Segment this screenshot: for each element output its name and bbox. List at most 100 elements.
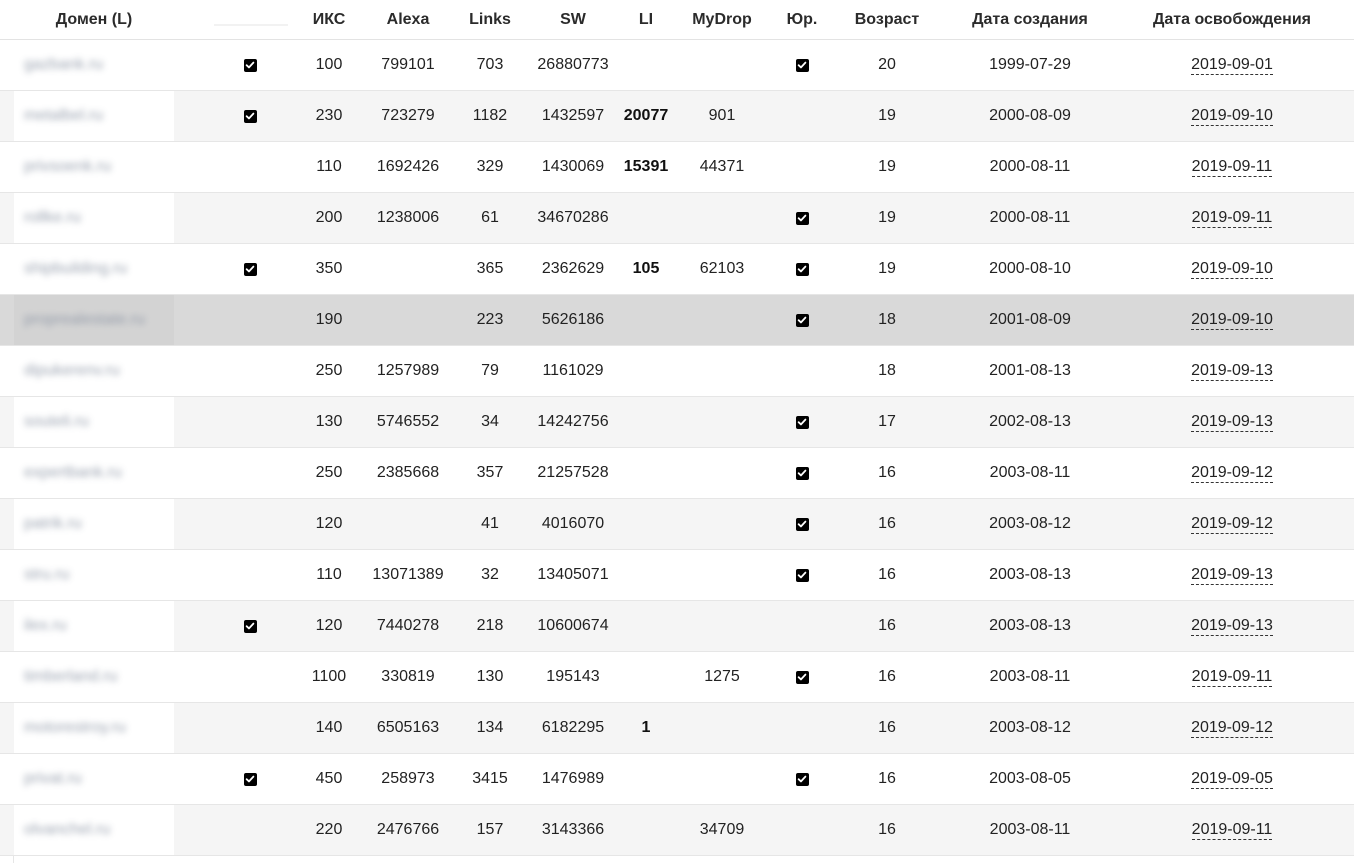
select-cell[interactable] [214,805,286,855]
header-domain[interactable]: Домен (L) [14,0,174,39]
domain-name[interactable]: patrik.ru [24,515,82,533]
header-sw[interactable]: SW [524,0,622,39]
table-row[interactable]: olvanchel.ru 220 2476766 157 3143366 34709 16 2… [0,805,1354,856]
domain-cell[interactable]: dipukerenv.ru [14,346,174,396]
domain-name[interactable]: motorestroy.ru [24,719,126,737]
header-age[interactable]: Возраст [842,0,932,39]
freed-date-link[interactable]: 2019-09-13 [1191,566,1273,585]
domain-cell[interactable]: olvanchel.ru [14,805,174,855]
yur-check-icon [795,670,809,684]
domain-name[interactable]: dipukerenv.ru [24,362,120,380]
domain-cell[interactable]: privsoenk.ru [14,142,174,192]
select-cell[interactable] [214,346,286,396]
table-row[interactable]: shipbuilding.ru 350 365 2362629 105 62103 19 20… [0,244,1354,295]
domain-name[interactable]: timberland.ru [24,668,117,686]
table-row[interactable]: motorestroy.ru 140 6505163 134 6182295 1 16 200… [0,703,1354,754]
table-row[interactable]: patrik.ru 120 41 4016070 16 2003-08-12 2019-09… [0,499,1354,550]
table-row[interactable]: ilex.ru 120 7440278 218 10600674 16 2003-08-13… [0,601,1354,652]
header-freed[interactable]: Дата освобождения [1140,0,1324,39]
domain-name[interactable]: rollke.ru [24,209,81,227]
freed-date-link[interactable]: 2019-09-10 [1191,107,1273,126]
select-cell[interactable] [214,448,286,498]
header-iks[interactable]: ИКС [300,0,358,39]
row-checkbox-checked-icon[interactable] [243,772,257,786]
table-row[interactable]: metalbel.ru 230 723279 1182 1432597 20077 901 1… [0,91,1354,142]
domain-cell[interactable]: expertbank.ru [14,448,174,498]
domain-name[interactable]: privat.ru [24,770,82,788]
domain-cell[interactable]: metalbel.ru [14,91,174,141]
freed-date-link[interactable]: 2019-09-11 [1191,668,1273,687]
domain-cell[interactable]: motorestroy.ru [14,703,174,753]
domain-name[interactable]: expertbank.ru [24,464,122,482]
freed-date-link[interactable]: 2019-09-01 [1191,56,1273,75]
freed-date-link[interactable]: 2019-09-13 [1191,617,1273,636]
table-row[interactable]: privsoenk.ru 110 1692426 329 1430069 15391 443… [0,142,1354,193]
domain-cell[interactable]: shipbuilding.ru [14,244,174,294]
table-row[interactable]: proprealestate.ru 190 223 5626186 18 2001-08-… [0,295,1354,346]
select-cell[interactable] [214,652,286,702]
domain-name[interactable]: souteli.ru [24,413,89,431]
domain-cell[interactable]: gazbank.ru [14,40,174,90]
domain-cell[interactable]: privat.ru [14,754,174,804]
freed-date-link[interactable]: 2019-09-05 [1191,770,1273,789]
select-cell[interactable] [214,550,286,600]
domain-name[interactable]: stru.ru [24,566,69,584]
header-alexa[interactable]: Alexa [362,0,454,39]
table-row[interactable]: stru.ru 110 13071389 32 13405071 16 2003-08-13… [0,550,1354,601]
domain-cell[interactable]: timberland.ru [14,652,174,702]
freed-date-link[interactable]: 2019-09-12 [1191,719,1273,738]
freed-date-link[interactable]: 2019-09-10 [1191,260,1273,279]
domain-cell[interactable]: rollke.ru [14,193,174,243]
freed-date-link[interactable]: 2019-09-12 [1191,464,1273,483]
freed-date-link[interactable]: 2019-09-11 [1191,158,1273,177]
links-value: 157 [476,821,504,838]
table-row[interactable]: timberland.ru 1100 330819 130 195143 1275 16 20… [0,652,1354,703]
freed-date-link[interactable]: 2019-09-10 [1191,311,1273,330]
domain-cell[interactable]: patrik.ru [14,499,174,549]
table-row[interactable]: rollke.ru 200 1238006 61 34670286 19 2000-08-1… [0,193,1354,244]
select-cell[interactable] [214,40,286,90]
freed-date-link[interactable]: 2019-09-11 [1191,209,1273,228]
domain-name[interactable]: proprealestate.ru [24,311,145,329]
header-yur[interactable]: Юр. [772,0,832,39]
table-row[interactable]: souteli.ru 130 5746552 34 14242756 17 2002-08-… [0,397,1354,448]
select-cell[interactable] [214,397,286,447]
domain-cell[interactable]: proprealestate.ru [14,295,174,345]
freed-date-link[interactable]: 2019-09-13 [1191,413,1273,432]
header-created[interactable]: Дата создания [950,0,1110,39]
row-checkbox-checked-icon[interactable] [243,262,257,276]
domain-name[interactable]: ilex.ru [24,617,67,635]
select-cell[interactable] [214,91,286,141]
table-row[interactable]: expertbank.ru 250 2385668 357 21257528 16 2003… [0,448,1354,499]
domain-name[interactable]: olvanchel.ru [24,821,110,839]
iks-value: 190 [315,311,343,328]
domain-cell[interactable]: souteli.ru [14,397,174,447]
domain-name[interactable]: gazbank.ru [24,56,103,74]
freed-date-link[interactable]: 2019-09-12 [1191,515,1273,534]
select-cell[interactable] [214,703,286,753]
freed-date-link[interactable]: 2019-09-13 [1191,362,1273,381]
select-cell[interactable] [214,754,286,804]
domain-name[interactable]: metalbel.ru [24,107,103,125]
select-cell[interactable] [214,295,286,345]
freed-date-link[interactable]: 2019-09-11 [1191,821,1273,840]
header-li[interactable]: LI [620,0,672,39]
domain-name[interactable]: privsoenk.ru [24,158,111,176]
row-checkbox-checked-icon[interactable] [243,109,257,123]
header-links[interactable]: Links [458,0,522,39]
row-checkbox-checked-icon[interactable] [243,619,257,633]
domain-cell[interactable]: stru.ru [14,550,174,600]
select-cell[interactable] [214,193,286,243]
row-checkbox-checked-icon[interactable] [243,58,257,72]
yur-cell [772,703,832,753]
table-row[interactable]: gazbank.ru 100 799101 703 26880773 20 1999-07-… [0,40,1354,91]
select-cell[interactable] [214,142,286,192]
header-mydrop[interactable]: MyDrop [680,0,764,39]
select-cell[interactable] [214,601,286,651]
domain-cell[interactable]: ilex.ru [14,601,174,651]
select-cell[interactable] [214,499,286,549]
select-cell[interactable] [214,244,286,294]
table-row[interactable]: dipukerenv.ru 250 1257989 79 1161029 18 2001-0… [0,346,1354,397]
table-row[interactable]: privat.ru 450 258973 3415 1476989 16 2003-08-0… [0,754,1354,805]
domain-name[interactable]: shipbuilding.ru [24,260,127,278]
